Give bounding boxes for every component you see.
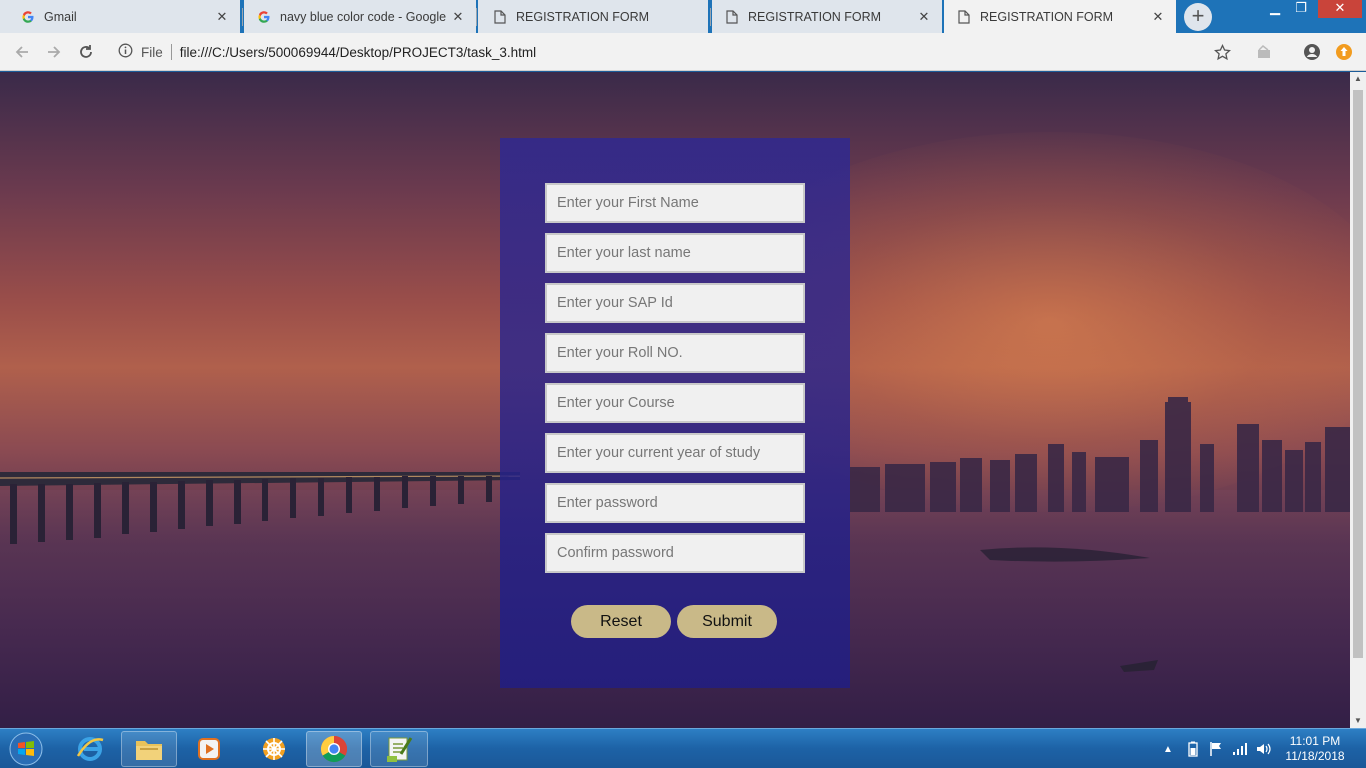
tab-title: REGISTRATION FORM [980, 9, 1114, 24]
extension-icon[interactable] [1255, 42, 1275, 62]
windows-start-icon [9, 732, 43, 766]
tab-separator [476, 8, 477, 26]
tab-separator [242, 8, 243, 26]
close-icon[interactable]: ✕ [450, 9, 466, 25]
file-explorer-button[interactable] [121, 731, 177, 767]
windows-taskbar: ▲ 11:01 PM 11/18/2018 [0, 728, 1366, 768]
tab-title: REGISTRATION FORM [516, 9, 650, 24]
notepad-icon [387, 737, 413, 762]
network-signal-icon[interactable] [1231, 731, 1249, 767]
back-button[interactable] [10, 40, 34, 64]
tab-title: REGISTRATION FORM [748, 9, 882, 24]
google-icon [20, 9, 36, 25]
chrome-button[interactable] [306, 731, 362, 767]
scroll-down-arrow-icon[interactable]: ▼ [1350, 714, 1366, 728]
registration-form: Reset Submit [500, 138, 850, 688]
action-center-flag-icon[interactable] [1207, 731, 1225, 767]
helm-app-button[interactable] [250, 731, 298, 767]
page-viewport: Reset Submit [0, 72, 1350, 728]
clock-time: 11:01 PM [1289, 734, 1341, 748]
close-icon[interactable]: ✕ [214, 9, 230, 25]
first-name-input[interactable] [545, 183, 805, 223]
start-button[interactable] [4, 731, 48, 767]
internet-explorer-button[interactable] [66, 731, 114, 767]
notepad-plus-button[interactable] [370, 731, 428, 767]
close-window-button[interactable]: ✕ [1318, 0, 1362, 18]
media-player-icon [198, 738, 220, 760]
internet-explorer-icon [76, 737, 104, 761]
tab-registration-form-active[interactable]: REGISTRATION FORM ✕ [944, 0, 1176, 33]
bookmark-star-icon[interactable] [1212, 42, 1232, 62]
address-separator [170, 44, 172, 60]
clock[interactable]: 11:01 PM 11/18/2018 [1282, 734, 1348, 764]
sap-id-input[interactable] [545, 283, 805, 323]
restore-button[interactable]: ❐ [1288, 0, 1314, 18]
new-tab-button[interactable]: + [1184, 3, 1212, 31]
browser-toolbar: File file:///C:/Users/500069944/Desktop/… [0, 33, 1366, 71]
tab-title: navy blue color code - Google S [280, 9, 450, 24]
browser-tab-strip: Gmail ✕ navy blue color code - Google S … [0, 0, 1366, 33]
url-text[interactable]: file:///C:/Users/500069944/Desktop/PROJE… [180, 45, 536, 60]
scroll-up-arrow-icon[interactable]: ▲ [1350, 72, 1366, 86]
reload-icon [80, 45, 92, 58]
info-icon[interactable] [118, 43, 133, 61]
volume-icon[interactable] [1255, 731, 1273, 767]
page-icon [724, 9, 740, 25]
media-player-button[interactable] [185, 731, 233, 767]
tab-registration-form-1[interactable]: REGISTRATION FORM [478, 0, 708, 33]
page-icon [956, 9, 972, 25]
minimize-button[interactable]: ▁ [1262, 0, 1288, 18]
submit-button[interactable]: Submit [677, 605, 777, 638]
roll-no-input[interactable] [545, 333, 805, 373]
address-bar[interactable]: File file:///C:/Users/500069944/Desktop/… [108, 38, 1240, 66]
reset-button[interactable]: Reset [571, 605, 671, 638]
battery-icon[interactable] [1184, 731, 1202, 767]
last-name-input[interactable] [545, 233, 805, 273]
close-icon[interactable]: ✕ [916, 9, 932, 25]
folder-icon [136, 741, 162, 760]
show-hidden-icons-button[interactable]: ▲ [1160, 731, 1176, 767]
page-scrollbar[interactable]: ▲ ▼ [1350, 72, 1366, 728]
profile-icon[interactable] [1302, 42, 1322, 62]
tab-separator [710, 8, 711, 26]
year-of-study-input[interactable] [545, 433, 805, 473]
forward-button[interactable] [42, 40, 66, 64]
tab-title: Gmail [44, 9, 77, 24]
arrow-right-icon [48, 46, 61, 58]
password-input[interactable] [545, 483, 805, 523]
course-input[interactable] [545, 383, 805, 423]
update-badge-icon[interactable] [1334, 42, 1354, 62]
arrow-left-icon [15, 46, 28, 58]
google-icon [256, 9, 272, 25]
chrome-icon [320, 735, 348, 763]
close-icon[interactable]: ✕ [1150, 9, 1166, 25]
scheme-label: File [141, 44, 163, 60]
tab-gmail[interactable]: Gmail ✕ [0, 0, 240, 33]
confirm-password-input[interactable] [545, 533, 805, 573]
tab-google-search[interactable]: navy blue color code - Google S ✕ [244, 0, 476, 33]
page-icon [492, 9, 508, 25]
reload-button[interactable] [74, 40, 98, 64]
scrollbar-thumb[interactable] [1353, 90, 1363, 658]
ships-wheel-icon [263, 738, 285, 760]
tab-registration-form-2[interactable]: REGISTRATION FORM ✕ [712, 0, 942, 33]
clock-date: 11/18/2018 [1285, 749, 1345, 763]
